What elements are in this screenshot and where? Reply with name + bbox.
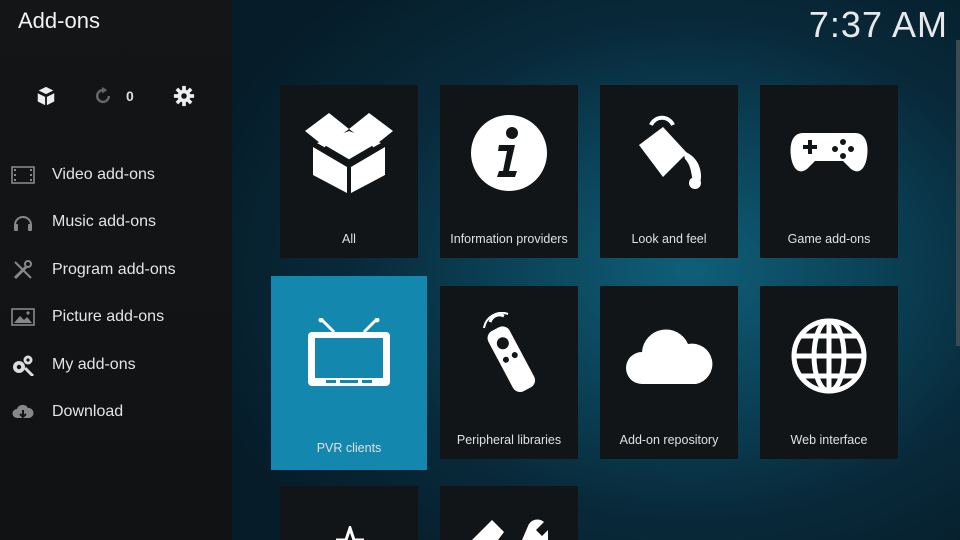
- headphones-icon: [11, 211, 35, 233]
- tile-label: Information providers: [450, 232, 568, 246]
- settings-button[interactable]: [172, 84, 196, 108]
- tile-all[interactable]: All: [280, 85, 418, 258]
- toolbar: 0: [34, 84, 204, 110]
- sidebar-item-label: My add-ons: [52, 355, 136, 373]
- tile-pvr-clients[interactable]: PVR clients: [271, 276, 427, 470]
- tile-peripheral-libraries[interactable]: Peripheral libraries: [440, 286, 578, 459]
- update-button[interactable]: [91, 84, 115, 108]
- waveform-icon: [336, 526, 364, 540]
- tools-icon: [11, 259, 35, 281]
- tile-game-addons[interactable]: Game add-ons: [760, 85, 898, 258]
- sidebar-item-label: Picture add-ons: [52, 308, 165, 326]
- sidebar-menu: Video add-ons Music add-ons Program add-…: [0, 151, 232, 436]
- sidebar: Add-ons 0 Video add-ons Music add-ons Pr…: [0, 0, 232, 540]
- tile-partial-2[interactable]: [440, 486, 578, 540]
- sidebar-item-my-addons[interactable]: My add-ons: [0, 341, 232, 389]
- tile-web-interface[interactable]: Web interface: [760, 286, 898, 459]
- tile-label: Peripheral libraries: [456, 433, 562, 447]
- tv-icon: [271, 318, 427, 392]
- tile-look-and-feel[interactable]: Look and feel: [600, 85, 738, 258]
- update-count: 0: [126, 88, 134, 104]
- sidebar-item-download[interactable]: Download: [0, 389, 232, 437]
- gears-icon: [11, 354, 35, 376]
- sidebar-item-program[interactable]: Program add-ons: [0, 246, 232, 294]
- sidebar-item-video[interactable]: Video add-ons: [0, 151, 232, 199]
- picture-icon: [11, 306, 35, 328]
- sidebar-item-label: Video add-ons: [52, 165, 155, 183]
- tools-icon: [472, 519, 548, 540]
- tile-label: Add-on repository: [619, 433, 719, 447]
- tile-label: Game add-ons: [787, 232, 871, 246]
- tile-label: PVR clients: [316, 441, 382, 455]
- cloud-icon: [600, 324, 738, 386]
- sidebar-item-label: Download: [52, 403, 124, 421]
- clock: 7:37 AM: [808, 4, 948, 45]
- gear-icon: [173, 85, 195, 107]
- globe-icon: [760, 316, 898, 396]
- page-title: Add-ons: [18, 8, 100, 33]
- tile-addon-repository[interactable]: Add-on repository: [600, 286, 738, 459]
- addon-browser-button[interactable]: [34, 84, 58, 108]
- sidebar-item-picture[interactable]: Picture add-ons: [0, 294, 232, 342]
- paint-bucket-icon: [600, 115, 738, 191]
- sidebar-item-music[interactable]: Music add-ons: [0, 199, 232, 247]
- tile-partial-1[interactable]: [280, 486, 418, 540]
- gamepad-icon: [760, 129, 898, 177]
- sidebar-item-label: Music add-ons: [52, 213, 157, 231]
- tile-label: All: [342, 232, 356, 246]
- scrollbar[interactable]: [956, 40, 960, 346]
- sidebar-item-label: Program add-ons: [52, 260, 176, 278]
- tile-label: Look and feel: [631, 232, 707, 246]
- open-box-icon: [280, 109, 418, 193]
- info-icon: [440, 113, 578, 193]
- tile-label: Web interface: [790, 433, 868, 447]
- film-icon: [11, 164, 35, 186]
- refresh-icon: [95, 86, 111, 104]
- cloud-download-icon: [11, 401, 35, 423]
- remote-icon: [440, 312, 578, 398]
- tile-information-providers[interactable]: Information providers: [440, 85, 578, 258]
- box-icon: [37, 86, 55, 106]
